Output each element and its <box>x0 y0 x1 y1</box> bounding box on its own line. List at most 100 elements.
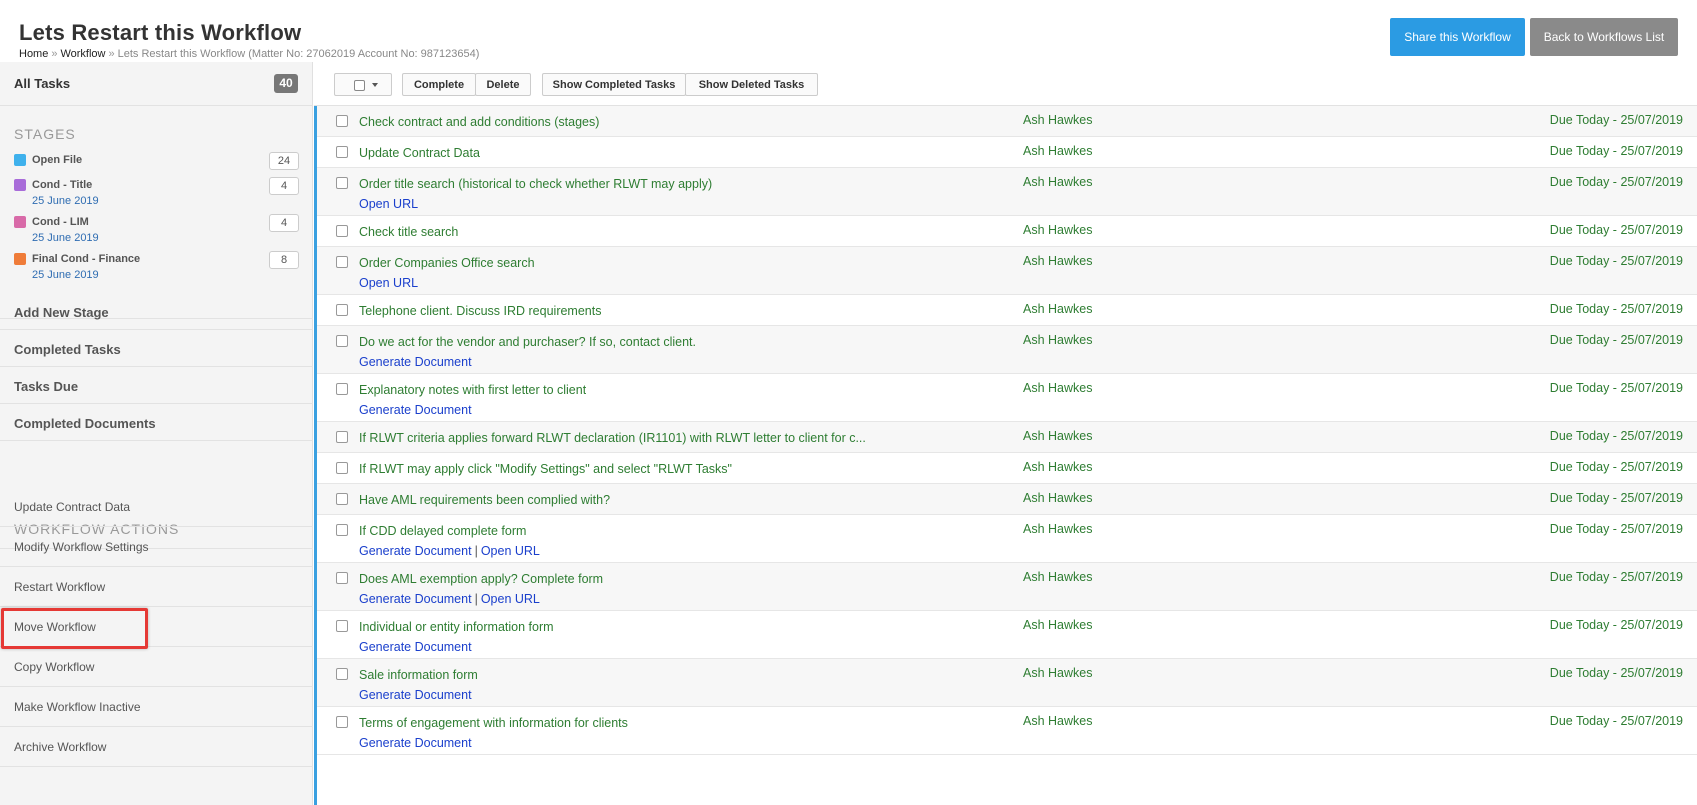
task-assignee[interactable]: Ash Hawkes <box>1023 491 1092 505</box>
task-title[interactable]: If RLWT criteria applies forward RLWT de… <box>359 431 866 445</box>
task-title[interactable]: Terms of engagement with information for… <box>359 716 628 730</box>
task-assignee[interactable]: Ash Hawkes <box>1023 302 1092 316</box>
link-separator: | <box>474 544 478 558</box>
task-checkbox[interactable] <box>336 716 348 728</box>
open-url-link[interactable]: Open URL <box>481 544 540 558</box>
task-assignee[interactable]: Ash Hawkes <box>1023 714 1092 728</box>
stage-date: 25 June 2019 <box>32 195 99 207</box>
sidebar-item-label: Tasks Due <box>14 379 79 394</box>
stage-color-swatch <box>14 253 26 265</box>
task-assignee[interactable]: Ash Hawkes <box>1023 666 1092 680</box>
sidebar-item-completed-tasks[interactable]: Completed Tasks <box>0 330 313 367</box>
task-row: Update Contract Data Ash Hawkes Due Today … <box>317 137 1697 168</box>
all-tasks-item[interactable]: All Tasks 40 <box>0 62 313 106</box>
task-assignee[interactable]: Ash Hawkes <box>1023 460 1092 474</box>
action-restart-workflow[interactable]: Restart Workflow <box>0 567 313 607</box>
action-archive-workflow[interactable]: Archive Workflow <box>0 727 313 767</box>
action-copy-workflow[interactable]: Copy Workflow <box>0 647 313 687</box>
generate-document-link[interactable]: Generate Document <box>359 736 472 750</box>
stage-item[interactable]: Final Cond - Finance 25 June 2019 8 <box>14 251 299 287</box>
delete-button[interactable]: Delete <box>475 73 531 96</box>
task-checkbox[interactable] <box>336 383 348 395</box>
task-title[interactable]: Check title search <box>359 225 458 239</box>
generate-document-link[interactable]: Generate Document <box>359 688 472 702</box>
generate-document-link[interactable]: Generate Document <box>359 640 472 654</box>
action-modify-workflow-settings[interactable]: Modify Workflow Settings <box>0 527 313 567</box>
sidebar-item-completed-documents[interactable]: Completed Documents <box>0 404 313 441</box>
task-due-date: Due Today - 25/07/2019 <box>1549 522 1683 536</box>
breadcrumb-home[interactable]: Home <box>19 48 48 60</box>
caret-down-icon <box>372 83 378 87</box>
task-checkbox[interactable] <box>336 620 348 632</box>
task-title[interactable]: Check contract and add conditions (stage… <box>359 115 599 129</box>
action-label: Archive Workflow <box>14 740 107 754</box>
task-title[interactable]: Have AML requirements been complied with… <box>359 493 610 507</box>
action-make-workflow-inactive[interactable]: Make Workflow Inactive <box>0 687 313 727</box>
stage-item[interactable]: Cond - LIM 25 June 2019 4 <box>14 214 299 250</box>
task-checkbox[interactable] <box>336 177 348 189</box>
task-links: Generate Document <box>359 688 472 702</box>
action-update-contract-data[interactable]: Update Contract Data <box>0 487 313 527</box>
task-row: Check title search Ash Hawkes Due Today - … <box>317 216 1697 247</box>
stage-item[interactable]: Cond - Title 25 June 2019 4 <box>14 177 299 213</box>
task-checkbox[interactable] <box>336 304 348 316</box>
task-checkbox[interactable] <box>336 668 348 680</box>
task-title[interactable]: If CDD delayed complete form <box>359 524 526 538</box>
share-workflow-button[interactable]: Share this Workflow <box>1390 18 1525 56</box>
task-row: Do we act for the vendor and purchaser? … <box>317 326 1697 374</box>
task-checkbox[interactable] <box>336 115 348 127</box>
task-due-date: Due Today - 25/07/2019 <box>1549 302 1683 316</box>
task-title[interactable]: Order title search (historical to check … <box>359 177 712 191</box>
stage-count-badge: 24 <box>269 152 299 170</box>
task-row: Have AML requirements been complied with… <box>317 484 1697 515</box>
task-assignee[interactable]: Ash Hawkes <box>1023 522 1092 536</box>
task-assignee[interactable]: Ash Hawkes <box>1023 429 1092 443</box>
open-url-link[interactable]: Open URL <box>359 276 418 290</box>
task-title[interactable]: Telephone client. Discuss IRD requiremen… <box>359 304 601 318</box>
task-title[interactable]: Does AML exemption apply? Complete form <box>359 572 603 586</box>
select-all-checkbox[interactable] <box>354 80 365 91</box>
task-title[interactable]: Order Companies Office search <box>359 256 535 270</box>
task-checkbox[interactable] <box>336 335 348 347</box>
task-checkbox[interactable] <box>336 524 348 536</box>
task-assignee[interactable]: Ash Hawkes <box>1023 175 1092 189</box>
task-checkbox[interactable] <box>336 493 348 505</box>
generate-document-link[interactable]: Generate Document <box>359 403 472 417</box>
all-tasks-count-badge: 40 <box>274 74 298 93</box>
task-title[interactable]: Update Contract Data <box>359 146 480 160</box>
task-assignee[interactable]: Ash Hawkes <box>1023 223 1092 237</box>
task-title[interactable]: Explanatory notes with first letter to c… <box>359 383 586 397</box>
task-assignee[interactable]: Ash Hawkes <box>1023 144 1092 158</box>
back-to-workflows-button[interactable]: Back to Workflows List <box>1530 18 1678 56</box>
task-checkbox[interactable] <box>336 431 348 443</box>
open-url-link[interactable]: Open URL <box>481 592 540 606</box>
task-due-date: Due Today - 25/07/2019 <box>1549 714 1683 728</box>
generate-document-link[interactable]: Generate Document <box>359 544 472 558</box>
task-title[interactable]: Individual or entity information form <box>359 620 554 634</box>
open-url-link[interactable]: Open URL <box>359 197 418 211</box>
task-assignee[interactable]: Ash Hawkes <box>1023 113 1092 127</box>
generate-document-link[interactable]: Generate Document <box>359 592 472 606</box>
task-checkbox[interactable] <box>336 256 348 268</box>
sidebar-item-add-new-stage[interactable]: Add New Stage <box>0 293 313 330</box>
breadcrumb-workflow[interactable]: Workflow <box>60 48 105 60</box>
sidebar-item-tasks-due[interactable]: Tasks Due <box>0 367 313 404</box>
task-due-date: Due Today - 25/07/2019 <box>1549 175 1683 189</box>
show-deleted-tasks-button[interactable]: Show Deleted Tasks <box>685 73 818 96</box>
task-title[interactable]: Sale information form <box>359 668 478 682</box>
task-assignee[interactable]: Ash Hawkes <box>1023 333 1092 347</box>
select-all-dropdown[interactable] <box>334 73 392 96</box>
complete-button[interactable]: Complete <box>402 73 476 96</box>
task-title[interactable]: If RLWT may apply click "Modify Settings… <box>359 462 732 476</box>
task-checkbox[interactable] <box>336 225 348 237</box>
task-assignee[interactable]: Ash Hawkes <box>1023 381 1092 395</box>
generate-document-link[interactable]: Generate Document <box>359 355 472 369</box>
task-checkbox[interactable] <box>336 572 348 584</box>
task-assignee[interactable]: Ash Hawkes <box>1023 570 1092 584</box>
show-completed-tasks-button[interactable]: Show Completed Tasks <box>542 73 686 96</box>
task-title[interactable]: Do we act for the vendor and purchaser? … <box>359 335 696 349</box>
task-assignee[interactable]: Ash Hawkes <box>1023 618 1092 632</box>
task-checkbox[interactable] <box>336 462 348 474</box>
task-assignee[interactable]: Ash Hawkes <box>1023 254 1092 268</box>
task-checkbox[interactable] <box>336 146 348 158</box>
